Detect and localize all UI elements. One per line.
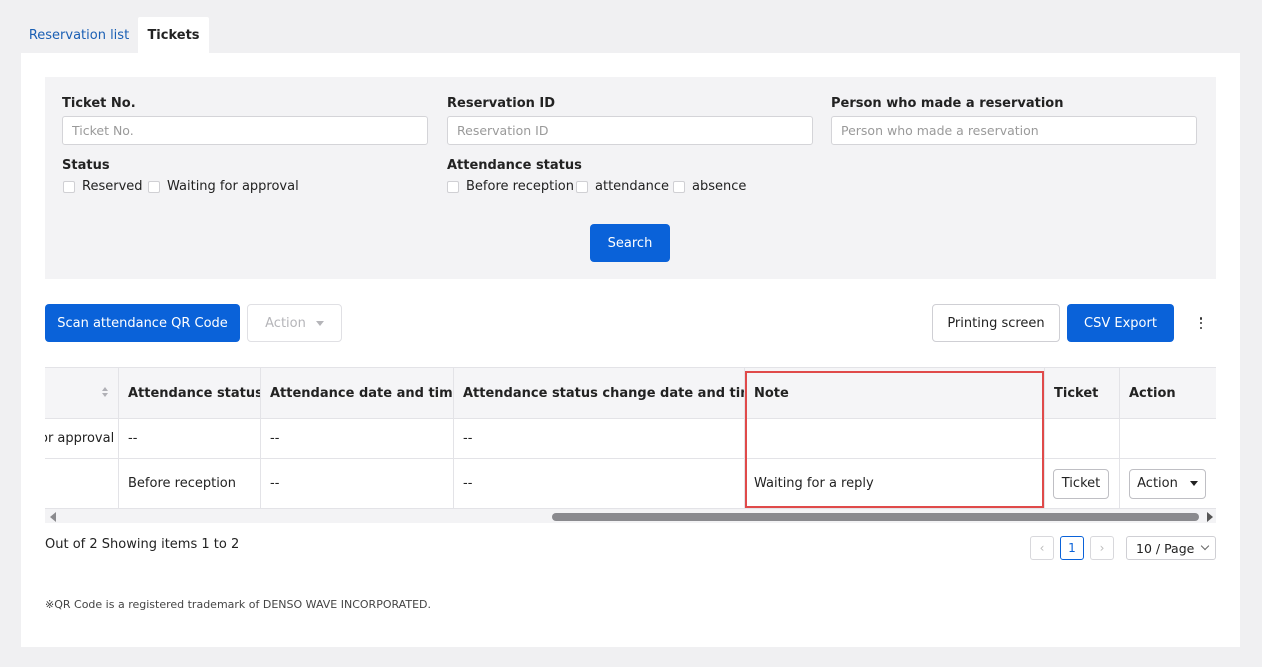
csv-export-button[interactable]: CSV Export <box>1067 304 1174 342</box>
cell-attendance-status: Before reception <box>119 459 261 508</box>
bulk-action-label: Action <box>265 315 306 331</box>
status-waiting-checkbox[interactable]: Waiting for approval <box>148 179 299 194</box>
table-row: or approval -- -- -- <box>45 419 1216 459</box>
column-header-status[interactable] <box>45 368 119 418</box>
chevron-down-icon <box>1201 541 1210 551</box>
checkbox-label: absence <box>692 179 747 194</box>
row-action-label: Action <box>1137 476 1178 491</box>
person-input[interactable] <box>831 116 1197 145</box>
table-header-row: Attendance status Attendance date and ti… <box>45 368 1216 419</box>
table-row: Before reception -- -- Waiting for a rep… <box>45 459 1216 509</box>
next-page-button[interactable]: › <box>1090 536 1114 560</box>
status-reserved-checkbox[interactable]: Reserved <box>63 179 143 194</box>
column-header-change-datetime: Attendance status change date and time <box>454 368 745 418</box>
tab-reservation-list[interactable]: Reservation list <box>22 17 136 53</box>
reservation-id-input[interactable] <box>447 116 813 145</box>
column-header-note: Note <box>745 368 1045 418</box>
status-text: or approval <box>45 431 115 446</box>
checkbox-box[interactable] <box>148 180 160 193</box>
column-header-ticket: Ticket <box>1045 368 1120 418</box>
ticket-no-input[interactable] <box>62 116 428 145</box>
cell-ticket <box>1045 419 1120 458</box>
cell-status <box>45 459 119 508</box>
cell-note: Waiting for a reply <box>745 459 1045 508</box>
printing-screen-button[interactable]: Printing screen <box>932 304 1060 342</box>
bulk-action-dropdown[interactable]: Action <box>247 304 342 342</box>
cell-attendance-datetime: -- <box>261 419 454 458</box>
cell-attendance-status: -- <box>119 419 261 458</box>
cell-attendance-datetime: -- <box>261 459 454 508</box>
person-label: Person who made a reservation <box>831 96 1064 111</box>
scan-qr-button[interactable]: Scan attendance QR Code <box>45 304 240 342</box>
caret-down-icon <box>315 320 324 326</box>
ticket-button[interactable]: Ticket <box>1053 468 1109 499</box>
cell-change-datetime: -- <box>454 459 745 508</box>
checkbox-box[interactable] <box>673 180 685 193</box>
checkbox-box[interactable] <box>576 180 588 193</box>
cell-ticket: Ticket <box>1045 459 1120 508</box>
cell-action <box>1120 419 1216 458</box>
checkbox-label: Reserved <box>82 179 143 194</box>
search-button[interactable]: Search <box>590 224 670 262</box>
attendance-attendance-checkbox[interactable]: attendance <box>576 179 669 194</box>
pagination-summary: Out of 2 Showing items 1 to 2 <box>45 537 240 552</box>
status-label: Status <box>62 158 110 173</box>
horizontal-scrollbar[interactable] <box>45 509 1216 523</box>
cell-status: or approval <box>45 419 119 458</box>
attendance-before-reception-checkbox[interactable]: Before reception <box>447 179 574 194</box>
scroll-right-icon[interactable] <box>1207 512 1213 522</box>
tickets-table: Attendance status Attendance date and ti… <box>45 367 1216 523</box>
checkbox-label: Waiting for approval <box>167 179 299 194</box>
cell-action: Action <box>1120 459 1216 508</box>
page-size-value: 10 / Page <box>1136 540 1195 556</box>
scrollbar-thumb[interactable] <box>552 513 1199 521</box>
scroll-left-icon[interactable] <box>50 512 56 522</box>
checkbox-box[interactable] <box>63 180 75 193</box>
checkbox-box[interactable] <box>447 180 459 193</box>
column-header-attendance-status: Attendance status <box>119 368 261 418</box>
attendance-absence-checkbox[interactable]: absence <box>673 179 746 194</box>
previous-page-button[interactable]: ‹ <box>1030 536 1054 560</box>
column-header-action: Action <box>1129 385 1176 401</box>
attendance-status-label: Attendance status <box>447 158 582 173</box>
checkbox-label: Before reception <box>466 179 574 194</box>
cell-note <box>745 419 1045 458</box>
qr-trademark-footnote: ※QR Code is a registered trademark of DE… <box>45 598 431 611</box>
checkbox-label: attendance <box>595 179 670 194</box>
ticket-no-label: Ticket No. <box>62 96 136 111</box>
tickets-panel: Ticket No. Reservation ID Person who mad… <box>21 53 1240 647</box>
sort-icon[interactable] <box>102 387 108 399</box>
row-action-dropdown[interactable]: Action <box>1129 468 1206 499</box>
page-1-button[interactable]: 1 <box>1060 536 1084 560</box>
cell-change-datetime: -- <box>454 419 745 458</box>
more-options-icon[interactable] <box>1198 317 1204 329</box>
reservation-id-label: Reservation ID <box>447 96 556 111</box>
search-filter-box: Ticket No. Reservation ID Person who mad… <box>45 77 1216 279</box>
page-size-select[interactable]: 10 / Page <box>1126 536 1216 560</box>
column-header-attendance-datetime: Attendance date and time <box>261 368 454 418</box>
tab-tickets[interactable]: Tickets <box>138 17 209 53</box>
caret-down-icon <box>1189 481 1198 486</box>
